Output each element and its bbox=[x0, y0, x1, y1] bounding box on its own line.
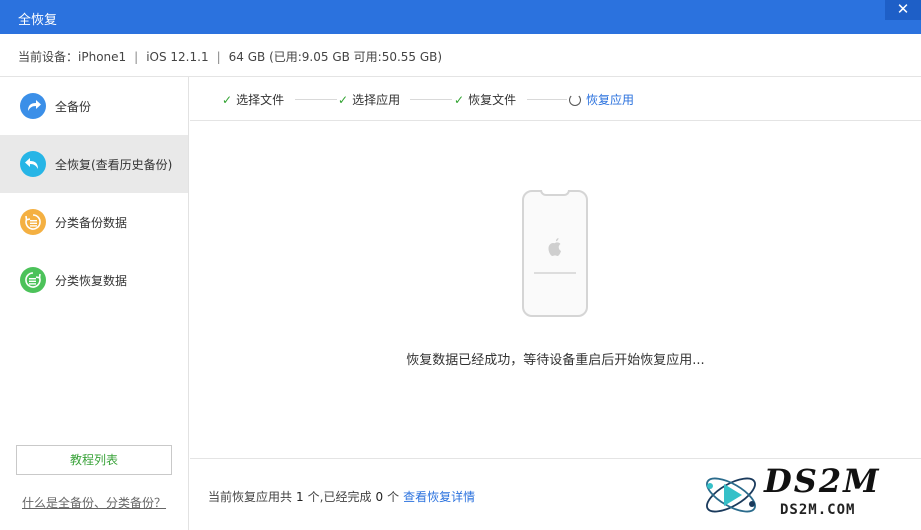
done-count: 0 bbox=[375, 490, 384, 504]
watermark-text: DS2M bbox=[764, 462, 881, 500]
spinner-icon bbox=[569, 94, 581, 106]
check-icon: ✓ bbox=[338, 93, 349, 107]
device-storage: 64 GB (已用:9.05 GB 可用:50.55 GB) bbox=[228, 50, 443, 64]
separator: | bbox=[216, 50, 221, 64]
title-bar: 全恢复 ✕ bbox=[0, 0, 921, 34]
step-select-apps: ✓ 选择应用 bbox=[338, 91, 400, 108]
main-content: 恢复数据已经成功，等待设备重启后开始恢复应用... bbox=[190, 122, 921, 458]
watermark: DS2M DS2M.COM bbox=[700, 462, 916, 526]
watermark-logo-icon bbox=[706, 477, 756, 513]
full-restore-icon bbox=[20, 151, 46, 177]
step-label: 恢复文件 bbox=[468, 93, 517, 107]
sidebar: 全备份 全恢复(查看历史备份) 分类备份数据 分类恢复数据 教程列表 什么是全备… bbox=[0, 77, 189, 530]
step-restore-files: ✓ 恢复文件 bbox=[454, 91, 516, 108]
device-os: iOS 12.1.1 bbox=[146, 50, 209, 64]
device-label: 当前设备： bbox=[18, 50, 79, 64]
phone-illustration bbox=[522, 190, 588, 317]
full-backup-icon bbox=[20, 93, 46, 119]
view-restore-details-link[interactable]: 查看恢复详情 bbox=[403, 490, 475, 504]
sidebar-item-full-backup[interactable]: 全备份 bbox=[0, 77, 188, 135]
window-title: 全恢复 bbox=[18, 13, 58, 28]
footer-prefix: 当前恢复应用共 bbox=[208, 490, 293, 504]
total-count: 1 bbox=[296, 490, 304, 504]
check-icon: ✓ bbox=[454, 93, 465, 107]
device-info-bar: 当前设备：iPhone1 | iOS 12.1.1 | 64 GB (已用:9.05 G… bbox=[0, 34, 921, 77]
status-message: 恢复数据已经成功，等待设备重启后开始恢复应用... bbox=[406, 353, 705, 368]
sidebar-item-label: 全恢复(查看历史备份) bbox=[55, 158, 173, 172]
sidebar-item-label: 全备份 bbox=[55, 100, 92, 114]
watermark-domain: DS2M.COM bbox=[780, 502, 856, 518]
sidebar-item-category-restore[interactable]: 分类恢复数据 bbox=[0, 251, 188, 309]
step-label: 选择应用 bbox=[352, 93, 401, 107]
step-connector bbox=[527, 99, 567, 100]
sidebar-item-label: 分类备份数据 bbox=[55, 216, 128, 230]
sidebar-item-full-restore[interactable]: 全恢复(查看历史备份) bbox=[0, 135, 188, 193]
category-restore-icon bbox=[20, 267, 46, 293]
phone-progress-line bbox=[534, 272, 576, 274]
tutorial-list-button[interactable]: 教程列表 bbox=[16, 445, 172, 475]
step-connector bbox=[410, 99, 452, 100]
apple-icon bbox=[548, 238, 561, 256]
category-backup-icon bbox=[20, 209, 46, 235]
close-button[interactable]: ✕ bbox=[885, 0, 921, 20]
help-link[interactable]: 什么是全备份、分类备份？ bbox=[22, 494, 166, 511]
check-icon: ✓ bbox=[222, 93, 233, 107]
step-restore-apps: 恢复应用 bbox=[569, 91, 634, 108]
sidebar-item-label: 分类恢复数据 bbox=[55, 274, 128, 288]
step-label: 恢复应用 bbox=[586, 93, 635, 107]
close-icon: ✕ bbox=[896, 0, 910, 18]
step-connector bbox=[295, 99, 337, 100]
step-select-files: ✓ 选择文件 bbox=[222, 91, 284, 108]
separator: | bbox=[134, 50, 139, 64]
sidebar-item-category-backup[interactable]: 分类备份数据 bbox=[0, 193, 188, 251]
device-name: iPhone1 bbox=[78, 50, 127, 64]
footer-suffix: 个 bbox=[387, 490, 400, 504]
phone-notch bbox=[540, 190, 570, 196]
step-indicator: ✓ 选择文件 ✓ 选择应用 ✓ 恢复文件 恢复应用 bbox=[190, 77, 921, 121]
step-label: 选择文件 bbox=[236, 93, 285, 107]
footer-middle: 个,已经完成 bbox=[307, 490, 372, 504]
